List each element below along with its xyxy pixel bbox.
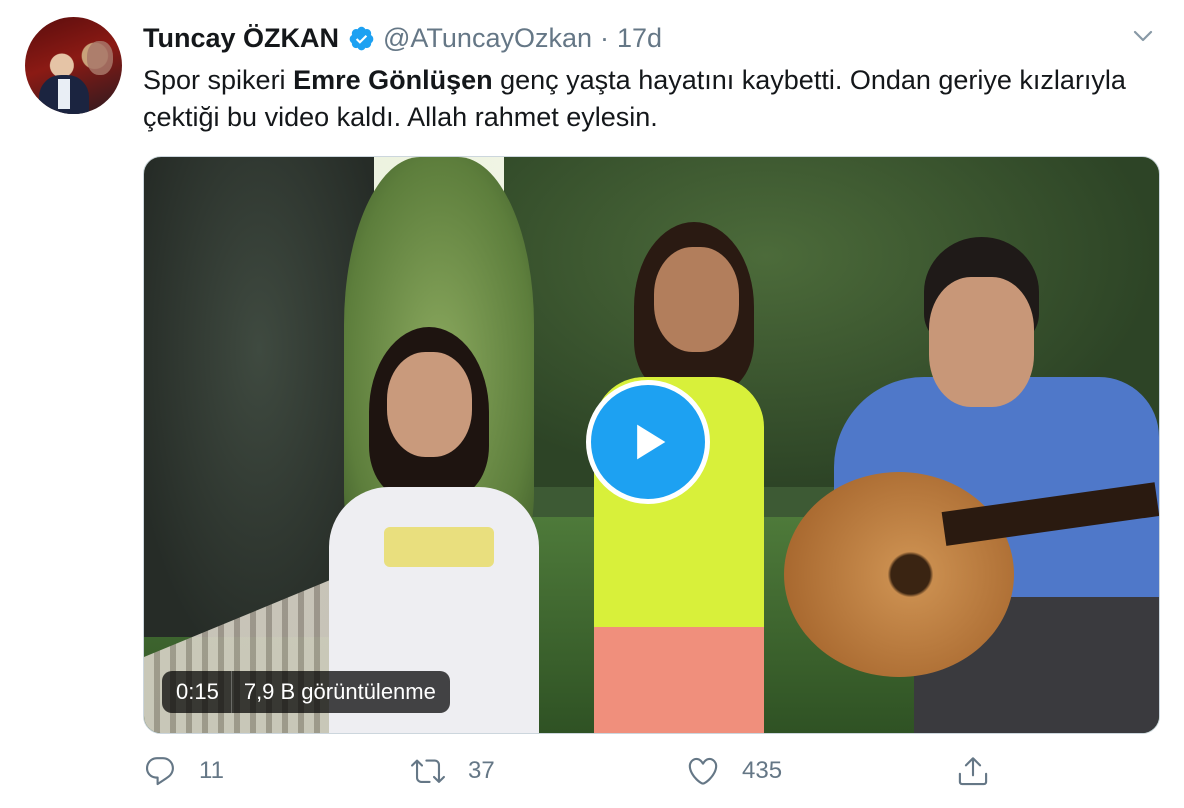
thumbnail-girl-center-shorts [594,627,764,733]
retweet-count: 37 [468,757,495,784]
author-avatar[interactable] [25,17,122,114]
avatar-portrait-background [87,41,113,75]
video-duration: 0:15 [176,679,219,704]
chevron-down-icon[interactable] [1128,24,1158,48]
tweet-timestamp[interactable]: 17d [617,23,662,54]
thumbnail-guitar [784,472,1014,677]
video-player[interactable]: 0:15 7,9 B görüntülenme [143,156,1160,734]
like-button[interactable]: 435 [686,754,782,788]
tweet-text-bold-name: Emre Gönlüşen [293,65,493,95]
play-icon [637,424,666,460]
verified-badge-icon [348,25,375,52]
thumbnail-girl-left-face [387,352,472,457]
author-name[interactable]: Tuncay ÖZKAN [143,23,339,54]
thumbnail-man-face [929,277,1034,407]
avatar-shirt [58,79,70,109]
tweet-text-intro: Spor spikeri [143,65,294,95]
tweet-actions: 11 37 435 [0,754,1184,794]
heart-icon [688,757,718,785]
video-info-badge: 0:15 7,9 B görüntülenme [162,671,450,713]
tweet-text: Spor spikeri Emre Gönlüşen genç yaşta ha… [143,62,1153,136]
thumbnail-girl-center-face [654,247,739,352]
thumbnail-shirt-print [384,527,494,567]
reply-count: 11 [199,757,224,784]
reply-icon [145,757,174,786]
separator-dot: · [600,22,610,53]
tweet-header: Tuncay ÖZKAN @ATuncayOzkan · 17d [143,21,662,55]
share-button[interactable] [956,754,990,788]
like-count: 435 [742,757,783,784]
play-button[interactable] [586,380,710,504]
reply-button[interactable]: 11 [143,754,224,788]
share-icon [958,757,988,786]
retweet-icon [411,759,445,783]
retweet-button[interactable]: 37 [410,754,495,788]
author-handle[interactable]: @ATuncayOzkan [383,23,592,54]
video-view-count: 7,9 B görüntülenme [243,679,436,704]
